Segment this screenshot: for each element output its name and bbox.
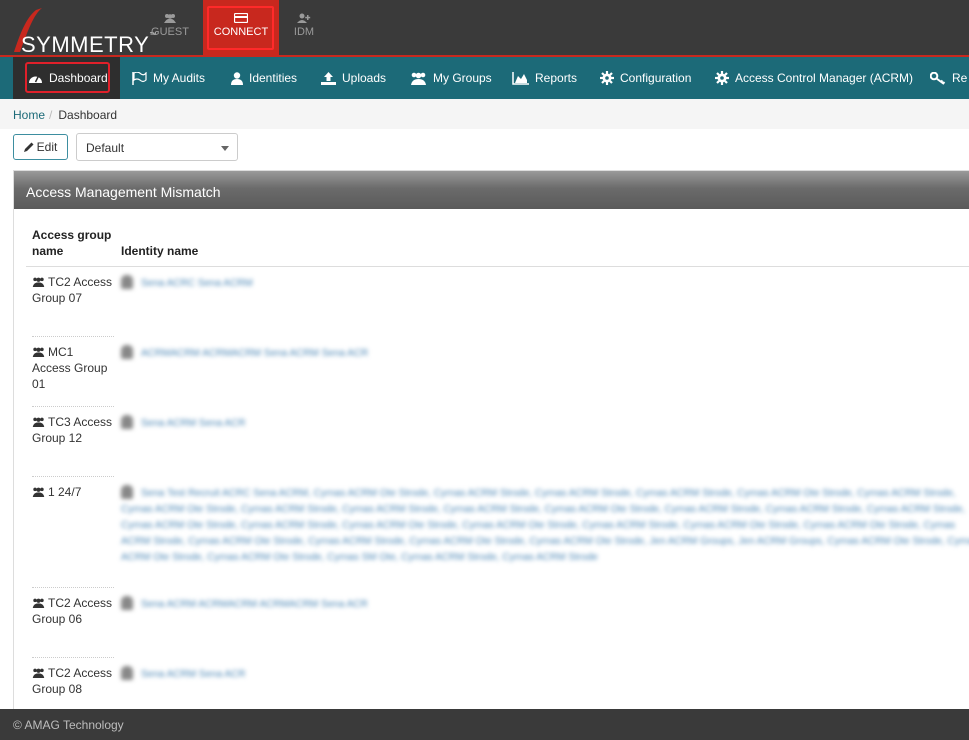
nav-label: Identities: [249, 71, 298, 85]
upload-icon: [321, 71, 336, 85]
dashboard-highlight: [25, 62, 110, 93]
user-plus-icon: [297, 13, 311, 23]
group-icon: [32, 598, 45, 608]
identity-cell: ACRMACRM ACRMACRM Sena ACRM Sena ACR: [121, 345, 969, 362]
breadcrumb-home-link[interactable]: Home: [13, 108, 45, 122]
layout-select[interactable]: Default: [76, 133, 238, 161]
connect-highlight: [207, 6, 274, 50]
access-group-cell: TC2 Access Group 07: [32, 274, 114, 306]
nav-label: Reports: [535, 71, 578, 85]
group-icon: [164, 14, 176, 23]
panel-title: Access Management Mismatch: [14, 171, 969, 209]
access-group-cell: TC3 Access Group 12: [32, 414, 114, 446]
group-icon: [32, 277, 45, 287]
app-tab-guest[interactable]: GUEST: [137, 0, 203, 55]
table-row: MC1 Access Group 01 ACRMACRM ACRMACRM Se…: [26, 337, 969, 407]
key-icon: [930, 71, 946, 85]
person-icon: [121, 485, 133, 499]
breadcrumb-separator: /: [49, 108, 53, 122]
nav-label: My Audits: [153, 71, 206, 85]
group-icon: [411, 72, 426, 85]
edit-button[interactable]: Edit: [13, 134, 68, 160]
app-topbar: SYMMETRY™ GUEST CONNECT IDM: [0, 0, 969, 57]
person-icon: [121, 415, 133, 429]
access-group-cell: TC2 Access Group 06: [32, 595, 114, 627]
column-header-identity[interactable]: Identity name: [121, 244, 198, 258]
app-tab-label: GUEST: [151, 26, 189, 38]
nav-overflow-item[interactable]: Re: [930, 57, 967, 99]
nav-label: Access Control Manager (ACRM): [735, 71, 914, 85]
symmetry-logo[interactable]: SYMMETRY™: [6, 4, 156, 57]
group-icon: [32, 417, 45, 427]
area-chart-icon: [512, 71, 529, 85]
identity-names[interactable]: Sena ACRM Sena ACR: [141, 669, 246, 680]
group-icon: [32, 487, 45, 497]
person-icon: [121, 345, 133, 359]
edit-label: Edit: [36, 140, 58, 154]
identity-names[interactable]: Sena ACRC Sena ACRM: [141, 278, 253, 289]
column-header-access-group[interactable]: Access group name: [32, 227, 114, 259]
flag-icon: [132, 71, 147, 85]
identity-names[interactable]: Sena ACRM Sena ACR: [141, 418, 246, 429]
identity-cell: Sena ACRC Sena ACRM: [121, 275, 969, 292]
user-icon: [231, 71, 243, 85]
identity-cell: Sena ACRM Sena ACR: [121, 666, 969, 683]
identity-names[interactable]: Sena ACRM ACRMACRM ACRMACRM Sena ACR: [141, 599, 368, 610]
identity-cell: Sena ACRM Sena ACR: [121, 415, 969, 432]
caret-down-icon: [221, 146, 229, 151]
nav-acrm[interactable]: Access Control Manager (ACRM): [715, 57, 913, 99]
layout-select-value: Default: [86, 141, 125, 155]
nav-uploads[interactable]: Uploads: [321, 57, 386, 99]
nav-label: Configuration: [620, 71, 692, 85]
pencil-icon: [23, 142, 34, 152]
gear-icon: [715, 71, 729, 85]
nav-configuration[interactable]: Configuration: [600, 57, 691, 99]
nav-label: My Groups: [433, 71, 492, 85]
nav-label: Uploads: [342, 71, 387, 85]
app-tab-label: IDM: [293, 26, 315, 38]
breadcrumb: Home / Dashboard: [0, 99, 969, 129]
access-group-cell: MC1 Access Group 01: [32, 344, 114, 392]
access-group-name: 1 24/7: [48, 485, 82, 499]
identity-names[interactable]: ACRMACRM ACRMACRM Sena ACRM Sena ACR: [141, 348, 368, 359]
identity-cell: Sena ACRM ACRMACRM ACRMACRM Sena ACR: [121, 596, 969, 613]
group-icon: [32, 347, 45, 357]
main-nav: Dashboard My Audits Identities Uploads M…: [0, 57, 969, 99]
table-row: TC3 Access Group 12 Sena ACRM Sena ACR: [26, 407, 969, 477]
nav-label: Re: [952, 71, 968, 85]
person-icon: [121, 666, 133, 680]
page-footer: © AMAG Technology: [0, 709, 969, 740]
breadcrumb-current: Dashboard: [58, 108, 118, 122]
group-icon: [32, 668, 45, 678]
person-icon: [121, 275, 133, 289]
table-row: TC2 Access Group 06 Sena ACRM ACRMACRM A…: [26, 588, 969, 658]
nav-my-groups[interactable]: My Groups: [410, 57, 492, 99]
table-row: TC2 Access Group 08 Sena ACRM Sena ACR: [26, 658, 969, 708]
nav-my-audits[interactable]: My Audits: [132, 57, 205, 99]
gear-icon: [600, 71, 614, 85]
table-header: Access group name Identity name: [26, 227, 969, 267]
nav-reports[interactable]: Reports: [512, 57, 577, 99]
access-group-cell: TC2 Access Group 08: [32, 665, 114, 697]
nav-identities[interactable]: Identities: [231, 57, 297, 99]
table-row: 1 24/7 Sena Test Recruit ACRC Sena ACRM,…: [26, 477, 969, 587]
access-group-cell: 1 24/7: [32, 484, 114, 500]
table-row: TC2 Access Group 07 Sena ACRC Sena ACRM: [26, 267, 969, 337]
identity-cell: Sena Test Recruit ACRC Sena ACRM, Cyrnas…: [121, 485, 969, 566]
identity-names[interactable]: Sena Test Recruit ACRC Sena ACRM, Cyrnas…: [121, 488, 969, 563]
app-tab-idm[interactable]: IDM: [271, 0, 337, 55]
person-icon: [121, 596, 133, 610]
